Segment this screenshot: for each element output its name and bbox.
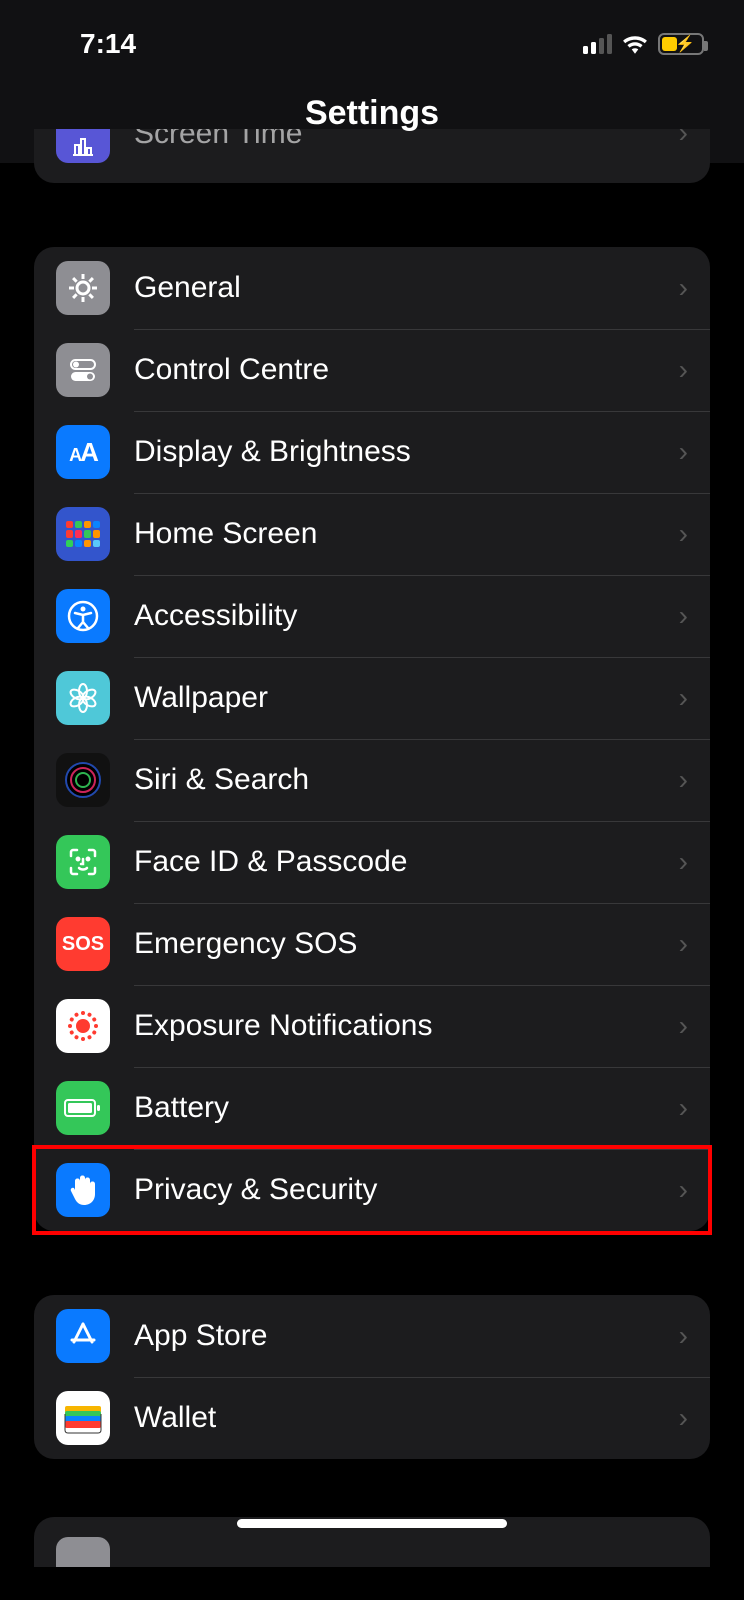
row-face-id-passcode[interactable]: Face ID & Passcode › — [34, 821, 710, 903]
settings-group-main: General › Control Centre › AA Display & Brigh… — [34, 247, 710, 1231]
exposure-icon — [56, 999, 110, 1053]
status-bar: 7:14 ⚡ — [0, 0, 744, 70]
row-privacy-security[interactable]: Privacy & Security › — [34, 1149, 710, 1231]
hand-icon — [56, 1163, 110, 1217]
row-home-screen[interactable]: Home Screen › — [34, 493, 710, 575]
row-siri-search[interactable]: Siri & Search › — [34, 739, 710, 821]
row-screen-time[interactable]: Screen Time › — [34, 129, 710, 183]
chevron-right-icon: › — [679, 764, 688, 796]
chevron-right-icon: › — [679, 928, 688, 960]
homegrid-icon — [56, 507, 110, 561]
row-label: Exposure Notifications — [134, 1009, 655, 1043]
clock: 7:14 — [80, 28, 136, 60]
face-icon — [56, 835, 110, 889]
aa-icon: AA — [56, 425, 110, 479]
row-label: Emergency SOS — [134, 927, 655, 961]
row-label: Accessibility — [134, 599, 655, 633]
row-wallpaper[interactable]: Wallpaper › — [34, 657, 710, 739]
row-label: Home Screen — [134, 517, 655, 551]
home-indicator[interactable] — [237, 1519, 507, 1528]
chevron-right-icon: › — [679, 436, 688, 468]
sos-icon: SOS — [56, 917, 110, 971]
access-icon — [56, 589, 110, 643]
row-accessibility[interactable]: Accessibility › — [34, 575, 710, 657]
wallet-icon — [56, 1391, 110, 1445]
row-general[interactable]: General › — [34, 247, 710, 329]
row-label: Battery — [134, 1091, 655, 1125]
flower-icon — [56, 671, 110, 725]
chevron-right-icon: › — [679, 1010, 688, 1042]
row-exposure-notifications[interactable]: Exposure Notifications › — [34, 985, 710, 1067]
gear-icon — [56, 261, 110, 315]
row-label: Display & Brightness — [134, 435, 655, 469]
settings-group-partial-top: Screen Time › — [34, 129, 710, 183]
settings-group-store: App Store › Wallet › — [34, 1295, 710, 1459]
row-label: App Store — [134, 1319, 655, 1353]
status-indicators: ⚡ — [583, 33, 704, 55]
battery-icon — [56, 1081, 110, 1135]
row-control-centre[interactable]: Control Centre › — [34, 329, 710, 411]
row-label: Siri & Search — [134, 763, 655, 797]
row-label: General — [134, 271, 655, 305]
chevron-right-icon: › — [679, 1092, 688, 1124]
toggles-icon — [56, 343, 110, 397]
row-label: Screen Time — [134, 129, 655, 151]
row-wallet[interactable]: Wallet › — [34, 1377, 710, 1459]
screen-time-icon — [56, 129, 110, 163]
chevron-right-icon: › — [679, 1402, 688, 1434]
chevron-right-icon: › — [679, 1320, 688, 1352]
row-label: Wallpaper — [134, 681, 655, 715]
chevron-right-icon: › — [679, 1174, 688, 1206]
appstore-icon — [56, 1309, 110, 1363]
chevron-right-icon: › — [679, 272, 688, 304]
chevron-right-icon: › — [679, 129, 688, 149]
row-label: Control Centre — [134, 353, 655, 387]
chevron-right-icon: › — [679, 600, 688, 632]
chevron-right-icon: › — [679, 354, 688, 386]
chevron-right-icon: › — [679, 682, 688, 714]
row-label: Privacy & Security — [134, 1173, 655, 1207]
chevron-right-icon: › — [679, 846, 688, 878]
row-label: Wallet — [134, 1401, 655, 1435]
row-app-store[interactable]: App Store › — [34, 1295, 710, 1377]
wifi-icon — [622, 34, 648, 54]
row-battery[interactable]: Battery › — [34, 1067, 710, 1149]
cellular-signal-icon — [583, 34, 612, 54]
row-label: Face ID & Passcode — [134, 845, 655, 879]
chevron-right-icon: › — [679, 518, 688, 550]
row-emergency-sos[interactable]: SOS Emergency SOS › — [34, 903, 710, 985]
partial-icon — [56, 1537, 110, 1567]
siri-icon — [56, 753, 110, 807]
settings-scroll[interactable]: Screen Time › General › Control Centre › AA D… — [0, 129, 744, 1567]
row-display-brightness[interactable]: AA Display & Brightness › — [34, 411, 710, 493]
battery-icon: ⚡ — [658, 33, 704, 55]
